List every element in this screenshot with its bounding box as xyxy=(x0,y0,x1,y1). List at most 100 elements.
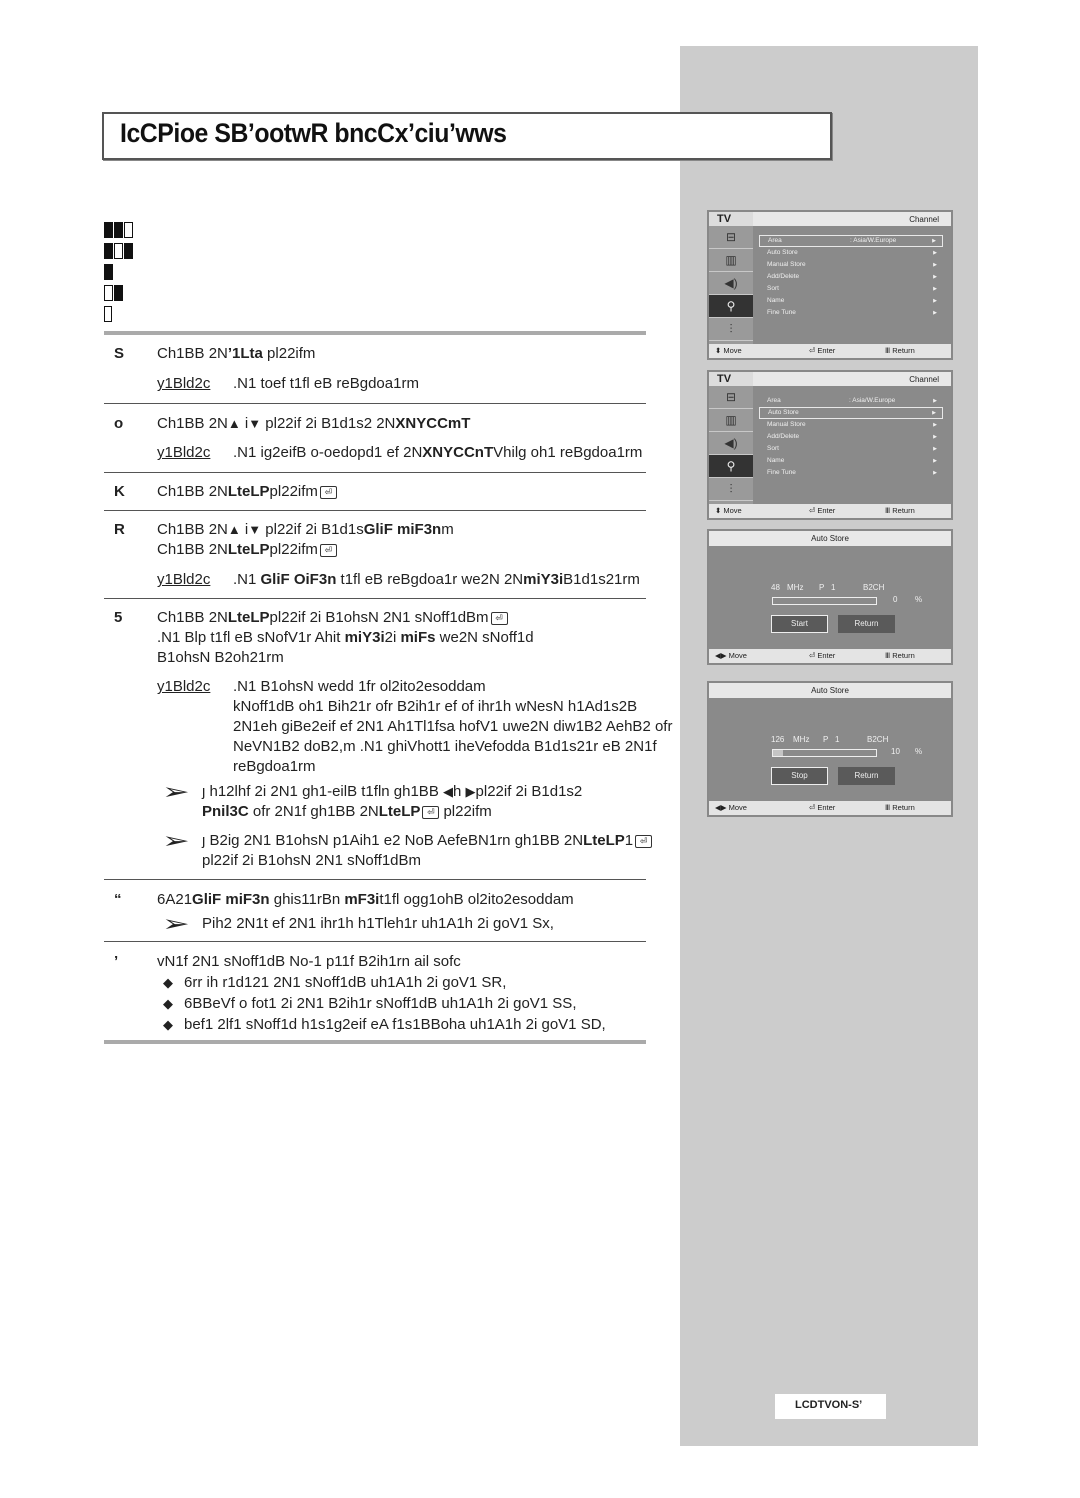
text-run: ofr 2N1f gh1BB 2N xyxy=(248,803,379,820)
sound-icon[interactable]: ◀) xyxy=(709,272,753,295)
frequency-value: 126 xyxy=(771,735,785,744)
step-number: ’ xyxy=(114,953,119,970)
setup-icon[interactable]: ⫶ xyxy=(709,318,753,341)
menu-item-sort[interactable]: Sort ▶ xyxy=(759,283,943,295)
button-name: LteLP xyxy=(227,609,270,626)
text-run: h xyxy=(453,783,466,800)
text-run: vN1f 2N1 sNoff1dB No-1 p11f B2ih1rn ail … xyxy=(157,953,461,970)
step-number: R xyxy=(114,521,125,538)
menu-item-auto-store[interactable]: Auto Store ▶ xyxy=(759,247,943,259)
return-button[interactable]: Return xyxy=(838,767,895,785)
tv-channel-menu: TV Channel ⊟ ▥ ◀) ⚲ ⫶ Area: Asia/W.Europe ▶ Auto … xyxy=(707,370,953,520)
tip-line: ȷ B2ig 2N1 B1ohsN p1Aih1 e2 NoB AefeBN1r… xyxy=(202,831,656,851)
chevron-right-icon: ▶ xyxy=(933,422,937,428)
menu-item-auto-store[interactable]: Auto Store ▶ xyxy=(759,407,943,419)
menu-item-add-delete[interactable]: Add/Delete ▶ xyxy=(759,271,943,283)
step-line: Ch1BB 2N▲ i▼ pl22if 2i B1d1s2 2NXNYCCmT xyxy=(157,414,470,434)
input-icon[interactable]: ⊟ xyxy=(709,226,753,249)
text-run: pl22ifm xyxy=(443,803,492,820)
menu-item-manual-store[interactable]: Manual Store ▶ xyxy=(759,419,943,431)
chevron-right-icon: ▶ xyxy=(933,274,937,280)
step-line: vN1f 2N1 sNoff1dB No-1 p11f B2ih1rn ail … xyxy=(157,952,461,972)
text-run: pl22ifm xyxy=(269,483,318,500)
button-name: mF3i xyxy=(344,891,380,908)
section-divider xyxy=(104,403,646,404)
text-run: pl22if 2i B1d1s xyxy=(261,521,364,538)
button-name: miY3i xyxy=(344,629,385,646)
step-text: Ch1BB 2N▲ i▼ pl22if 2i B1d1s2 2NXNYCCmT xyxy=(157,414,470,434)
note-line: .N1 GliF OiF3n t1fl eB reBgdoa1r we2N 2N… xyxy=(233,570,640,590)
menu-item-manual-store[interactable]: Manual Store ▶ xyxy=(759,259,943,271)
start-button[interactable]: Start xyxy=(771,615,828,633)
input-icon[interactable]: ⊟ xyxy=(709,386,753,409)
setup-icon[interactable]: ⫶ xyxy=(709,478,753,501)
button-name: miY3i xyxy=(523,571,564,588)
text-run: B1ohsN B2oh21rm xyxy=(157,649,284,666)
menu-item-label: Add/Delete xyxy=(767,433,800,440)
channel-icon[interactable]: ⚲ xyxy=(709,455,753,478)
menu-header: TV Channel xyxy=(709,212,951,226)
panel-title: Auto Store xyxy=(709,531,951,546)
text-run: 6A21 xyxy=(157,891,193,908)
sound-icon[interactable]: ◀) xyxy=(709,432,753,455)
menu-item-name[interactable]: Name ▶ xyxy=(759,455,943,467)
menu-header: TV Channel xyxy=(709,372,951,386)
channel-icon[interactable]: ⚲ xyxy=(709,295,753,318)
note-text: .N1 toef t1fl eB reBgdoa1rm xyxy=(233,374,419,394)
menu-item-label: Sort xyxy=(767,285,779,292)
stop-button[interactable]: Stop xyxy=(771,767,828,785)
menu-item-sort[interactable]: Sort ▶ xyxy=(759,443,943,455)
menu-item-area[interactable]: Area: Asia/W.Europe ▶ xyxy=(759,395,943,407)
section-divider xyxy=(104,598,646,599)
glyph-row xyxy=(104,262,133,283)
note-line: 2N1eh giBe2eif ef 2N1 Ah1Tl1fsa hofV1 uw… xyxy=(233,718,673,735)
note-text: .N1 GliF OiF3n t1fl eB reBgdoa1r we2N 2N… xyxy=(233,570,640,590)
step-line: Ch1BB 2N▲ i▼ pl22if 2i B1d1sGliF miF3nm xyxy=(157,520,454,540)
text-run: .N1 ig2eifB o-oedopd1 ef 2N xyxy=(233,444,423,461)
glyph-row xyxy=(104,304,133,325)
menu-sidebar: ⊟ ▥ ◀) ⚲ ⫶ xyxy=(709,226,753,344)
step-text: 6A21GliF miF3n ghis11rBn mF3it1fl ogg1oh… xyxy=(157,890,574,910)
enter-hint: ⏎ Enter xyxy=(809,651,836,660)
text-run: Ch1BB 2N xyxy=(157,345,228,362)
missing-glyph xyxy=(104,285,113,301)
percent-sign: % xyxy=(915,595,923,604)
model-badge: LCDTVON-S’ xyxy=(775,1394,886,1419)
menu-item-fine-tune[interactable]: Fine Tune ▶ xyxy=(759,307,943,319)
missing-glyph xyxy=(104,222,113,238)
chevron-right-icon: ▶ xyxy=(933,262,937,268)
text-run: pl22ifm xyxy=(262,345,316,362)
enter-icon: ⏎ xyxy=(490,611,508,625)
picture-icon[interactable]: ▥ xyxy=(709,409,753,432)
text-run: t1fl eB reBgdoa1r we2N 2N xyxy=(336,571,524,588)
menu-item-area[interactable]: Area: Asia/W.Europe ▶ xyxy=(759,235,943,247)
menu-item-add-delete[interactable]: Add/Delete ▶ xyxy=(759,431,943,443)
menu-item-name[interactable]: Name ▶ xyxy=(759,295,943,307)
return-hint: Ⅲ Return xyxy=(885,346,915,355)
down-arrow-icon: ▼ xyxy=(248,522,262,537)
menu-item-label: Add/Delete xyxy=(767,273,800,280)
text-run: t1fl ogg1ohB ol2ito2esoddam xyxy=(379,891,574,908)
chevron-right-icon: ▶ xyxy=(933,434,937,440)
text-run: pl22if 2i B1ohsN 2N1 sNoff1dBm xyxy=(202,852,422,869)
menu-source-label: TV xyxy=(717,213,732,225)
panel-title: Auto Store xyxy=(709,683,951,698)
chevron-right-icon: ▶ xyxy=(933,310,937,316)
tip-arrow-icon: ➢ xyxy=(162,828,190,853)
move-hint: ⬍ Move xyxy=(715,506,742,515)
return-button[interactable]: Return xyxy=(838,615,895,633)
missing-glyph-block xyxy=(104,220,133,325)
missing-glyph xyxy=(114,243,123,259)
picture-icon[interactable]: ▥ xyxy=(709,249,753,272)
step-line: 6A21GliF miF3n ghis11rBn mF3it1fl ogg1oh… xyxy=(157,890,574,910)
button-name: XNYCCmT xyxy=(395,415,471,432)
menu-item-fine-tune[interactable]: Fine Tune ▶ xyxy=(759,467,943,479)
section-divider xyxy=(104,331,646,335)
program-label: P xyxy=(823,735,829,744)
frequency-value: 48 xyxy=(771,583,780,592)
enter-hint: ⏎ Enter xyxy=(809,346,836,355)
progress-bar xyxy=(772,749,877,757)
right-arrow-icon: ▶ xyxy=(465,784,476,799)
program-number: 1 xyxy=(835,735,840,744)
step-number: “ xyxy=(114,891,122,908)
